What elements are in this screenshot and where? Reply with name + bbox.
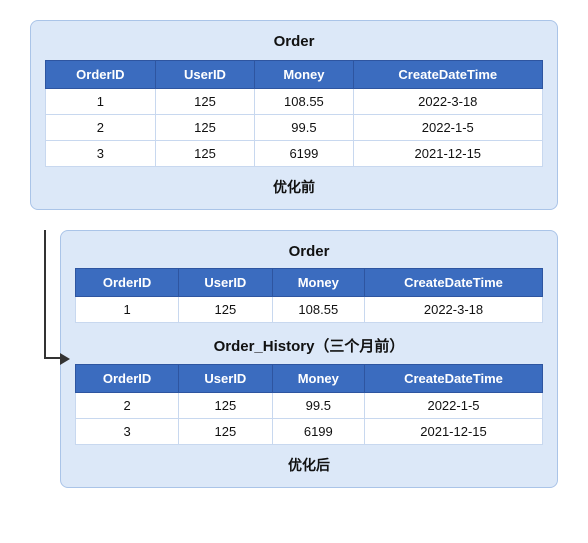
table-cell: 2021-12-15 (365, 419, 543, 445)
top-col-createdatetime: CreateDateTime (353, 61, 542, 89)
top-panel: Order OrderID UserID Money CreateDateTim… (30, 20, 558, 210)
history-subtable-title: Order_History（三个月前） (75, 335, 543, 356)
table-cell: 2022-3-18 (365, 297, 543, 323)
table-cell: 99.5 (272, 393, 364, 419)
table-row: 212599.52022-1-5 (76, 393, 543, 419)
top-section: Order OrderID UserID Money CreateDateTim… (30, 20, 558, 210)
table-cell: 108.55 (272, 297, 364, 323)
history-col-orderid: OrderID (76, 365, 179, 393)
bottom-section: Order OrderID UserID Money CreateDateTim… (30, 230, 558, 488)
table-cell: 3 (76, 419, 179, 445)
order-subtable-title: Order (75, 243, 543, 260)
order-col-money: Money (272, 269, 364, 297)
order-header-row: OrderID UserID Money CreateDateTime (76, 269, 543, 297)
table-cell: 1 (76, 297, 179, 323)
table-cell: 6199 (255, 141, 353, 167)
table-row: 312561992021-12-15 (46, 141, 543, 167)
table-cell: 125 (155, 115, 255, 141)
top-col-money: Money (255, 61, 353, 89)
top-panel-caption: 优化前 (45, 177, 543, 197)
table-cell: 2022-1-5 (353, 115, 542, 141)
bottom-panel: Order OrderID UserID Money CreateDateTim… (60, 230, 558, 488)
table-cell: 2022-3-18 (353, 89, 542, 115)
table-cell: 3 (46, 141, 156, 167)
table-row: 312561992021-12-15 (76, 419, 543, 445)
order-subtable-wrapper: Order OrderID UserID Money CreateDateTim… (75, 243, 543, 323)
table-row: 1125108.552022-3-18 (76, 297, 543, 323)
table-cell: 125 (179, 297, 273, 323)
table-cell: 2022-1-5 (365, 393, 543, 419)
table-cell: 108.55 (255, 89, 353, 115)
top-panel-title: Order (45, 33, 543, 50)
sub-tables: Order OrderID UserID Money CreateDateTim… (75, 243, 543, 445)
table-cell: 125 (179, 393, 273, 419)
order-col-createdatetime: CreateDateTime (365, 269, 543, 297)
history-subtable: OrderID UserID Money CreateDateTime 2125… (75, 364, 543, 445)
table-cell: 1 (46, 89, 156, 115)
table-cell: 125 (155, 141, 255, 167)
top-col-userid: UserID (155, 61, 255, 89)
vert-line (44, 230, 46, 359)
table-cell: 125 (155, 89, 255, 115)
bottom-panel-caption: 优化后 (75, 455, 543, 475)
top-col-orderid: OrderID (46, 61, 156, 89)
table-cell: 2 (46, 115, 156, 141)
history-header-row: OrderID UserID Money CreateDateTime (76, 365, 543, 393)
table-cell: 99.5 (255, 115, 353, 141)
order-subtable: OrderID UserID Money CreateDateTime 1125… (75, 268, 543, 323)
history-col-money: Money (272, 365, 364, 393)
arrow-area (30, 230, 60, 488)
table-row: 1125108.552022-3-18 (46, 89, 543, 115)
top-table-header-row: OrderID UserID Money CreateDateTime (46, 61, 543, 89)
order-col-userid: UserID (179, 269, 273, 297)
table-cell: 2 (76, 393, 179, 419)
table-cell: 6199 (272, 419, 364, 445)
history-subtable-wrapper: Order_History（三个月前） OrderID UserID Money… (75, 335, 543, 445)
arrow-head (60, 353, 70, 365)
table-row: 212599.52022-1-5 (46, 115, 543, 141)
order-col-orderid: OrderID (76, 269, 179, 297)
table-cell: 2021-12-15 (353, 141, 542, 167)
history-col-userid: UserID (179, 365, 273, 393)
table-cell: 125 (179, 419, 273, 445)
history-col-createdatetime: CreateDateTime (365, 365, 543, 393)
top-table: OrderID UserID Money CreateDateTime 1125… (45, 60, 543, 167)
